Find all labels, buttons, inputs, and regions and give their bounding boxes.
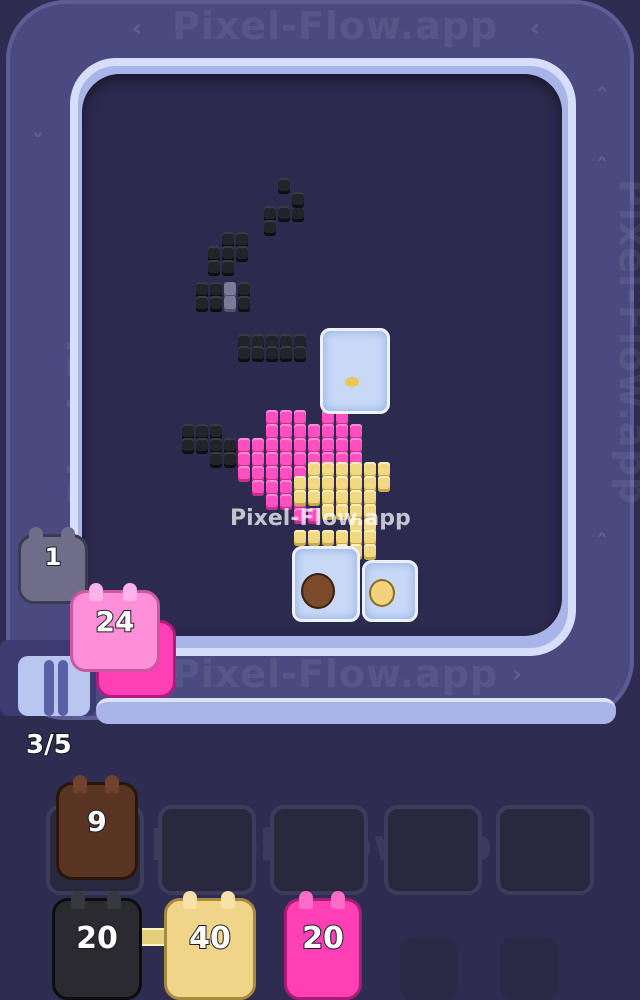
pixel-block — [196, 296, 208, 312]
pixel-block — [238, 296, 250, 312]
pixel-block — [278, 178, 290, 194]
pixel-block — [294, 490, 306, 506]
ear — [183, 891, 197, 909]
pixel-block — [252, 480, 264, 496]
chevron-down-icon: ˇ — [32, 130, 44, 158]
pixel-block — [238, 346, 250, 362]
critter-count: 20 — [75, 920, 119, 957]
ear — [107, 891, 121, 909]
slot-5[interactable] — [496, 805, 594, 895]
critter-count: 1 — [44, 542, 63, 572]
critter-count: 24 — [95, 604, 136, 639]
ear — [71, 891, 85, 909]
ice-crate[interactable] — [292, 546, 360, 622]
pixel-block — [182, 438, 194, 454]
watermark-right: Pixel-Flow.app — [611, 178, 640, 506]
pixel-block — [196, 438, 208, 454]
pixel-block — [292, 206, 304, 222]
pixel-block — [308, 490, 320, 506]
critter-yellow[interactable]: 40 — [164, 891, 256, 1000]
watermark-center: Pixel-Flow.app — [230, 506, 411, 531]
coffee-bean-icon — [301, 573, 335, 609]
slot-4[interactable] — [384, 805, 482, 895]
pixel-block — [322, 530, 334, 546]
ear — [123, 583, 137, 601]
pixel-block — [378, 476, 390, 492]
pixel-block — [210, 452, 222, 468]
pixel-block — [236, 246, 248, 262]
watermark-bottom: Pixel-Flow.app — [172, 652, 499, 696]
chevron-right-icon: › — [512, 660, 522, 688]
ear — [221, 891, 235, 909]
critter-pink[interactable]: 24 — [70, 583, 160, 672]
pixel-block — [264, 220, 276, 236]
critter-count: 20 — [301, 920, 345, 957]
gold-coin-icon — [345, 377, 359, 387]
gold-coin-icon — [369, 579, 395, 607]
reserve-slot — [500, 938, 558, 1000]
ear — [105, 775, 119, 793]
ice-crate[interactable] — [362, 560, 418, 622]
pixel-block — [294, 346, 306, 362]
critter-brown[interactable]: 9 — [56, 775, 138, 880]
pixel-block — [364, 544, 376, 560]
watermark-top: Pixel-Flow.app — [172, 4, 499, 48]
ear — [73, 775, 87, 793]
chevron-left-icon: ‹ — [530, 14, 540, 42]
pixel-block — [266, 346, 278, 362]
chevron-up-icon: ˆ — [596, 530, 608, 558]
ear — [331, 891, 345, 909]
chevron-up-icon: ˆ — [596, 84, 608, 112]
critter-black[interactable]: 20 — [52, 891, 142, 1000]
ear — [299, 891, 313, 909]
chevron-left-icon: ‹ — [132, 14, 142, 42]
pixel-block — [224, 452, 236, 468]
pixel-block — [280, 346, 292, 362]
ear — [89, 583, 103, 601]
pixel-block — [308, 530, 320, 546]
pixel-block — [208, 260, 220, 276]
pixel-block — [292, 192, 304, 208]
critter-count: 9 — [86, 804, 107, 839]
pixel-block — [222, 260, 234, 276]
pixel-block — [278, 206, 290, 222]
ice-crate[interactable] — [320, 328, 390, 414]
pixel-block — [252, 346, 264, 362]
reserve-slot — [400, 938, 458, 1000]
slot-2[interactable] — [158, 805, 256, 895]
queue-counter: 3/5 — [25, 729, 73, 761]
slot-3[interactable] — [270, 805, 368, 895]
rail-bottom — [96, 698, 616, 724]
pixel-block — [238, 466, 250, 482]
critter-magenta[interactable]: 20 — [284, 891, 362, 1000]
critter-count: 40 — [188, 920, 232, 957]
pixel-block — [210, 296, 222, 312]
chevron-up-icon: ˆ — [596, 154, 608, 182]
pixel-block — [294, 530, 306, 546]
pixel-block — [224, 296, 236, 312]
